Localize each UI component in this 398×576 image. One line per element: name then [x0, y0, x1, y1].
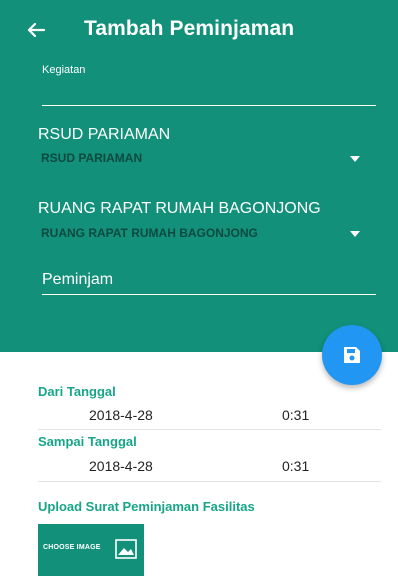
- dari-time-value[interactable]: 0:31: [282, 407, 309, 423]
- save-icon: [344, 347, 360, 363]
- sampai-date-value[interactable]: 2018-4-28: [89, 458, 153, 474]
- kegiatan-label: Kegiatan: [42, 64, 86, 76]
- arrow-left-icon[interactable]: [24, 18, 48, 42]
- choose-image-button[interactable]: CHOOSE IMAGE: [38, 524, 144, 576]
- peminjam-field[interactable]: [42, 268, 374, 292]
- hospital-select[interactable]: RSUD PARIAMAN: [38, 146, 372, 186]
- room-select[interactable]: RUANG RAPAT RUMAH BAGONJONG: [38, 220, 372, 260]
- dari-date-value[interactable]: 2018-4-28: [89, 407, 153, 423]
- image-icon: [115, 539, 137, 559]
- upload-label: Upload Surat Peminjaman Fasilitas: [38, 499, 255, 514]
- kegiatan-field[interactable]: [42, 80, 374, 104]
- chevron-down-icon: [350, 156, 360, 162]
- page-title: Tambah Peminjaman: [84, 17, 295, 40]
- hospital-label: RSUD PARIAMAN: [38, 126, 171, 143]
- choose-image-label: CHOOSE IMAGE: [43, 544, 101, 551]
- header-panel: Tambah Peminjaman Kegiatan RSUD PARIAMAN…: [0, 0, 398, 352]
- dari-tanggal-label: Dari Tanggal: [38, 384, 116, 399]
- sampai-divider: [38, 481, 381, 482]
- chevron-down-icon: [350, 231, 360, 237]
- sampai-tanggal-label: Sampai Tanggal: [38, 434, 137, 449]
- room-selected-value: RUANG RAPAT RUMAH BAGONJONG: [41, 226, 258, 240]
- hospital-selected-value: RSUD PARIAMAN: [41, 151, 143, 165]
- room-label: RUANG RAPAT RUMAH BAGONJONG: [38, 200, 321, 217]
- kegiatan-underline: [42, 105, 376, 106]
- sampai-time-value[interactable]: 0:31: [282, 458, 309, 474]
- peminjam-underline: [42, 294, 376, 295]
- save-button[interactable]: [322, 325, 382, 385]
- dari-divider: [38, 429, 381, 430]
